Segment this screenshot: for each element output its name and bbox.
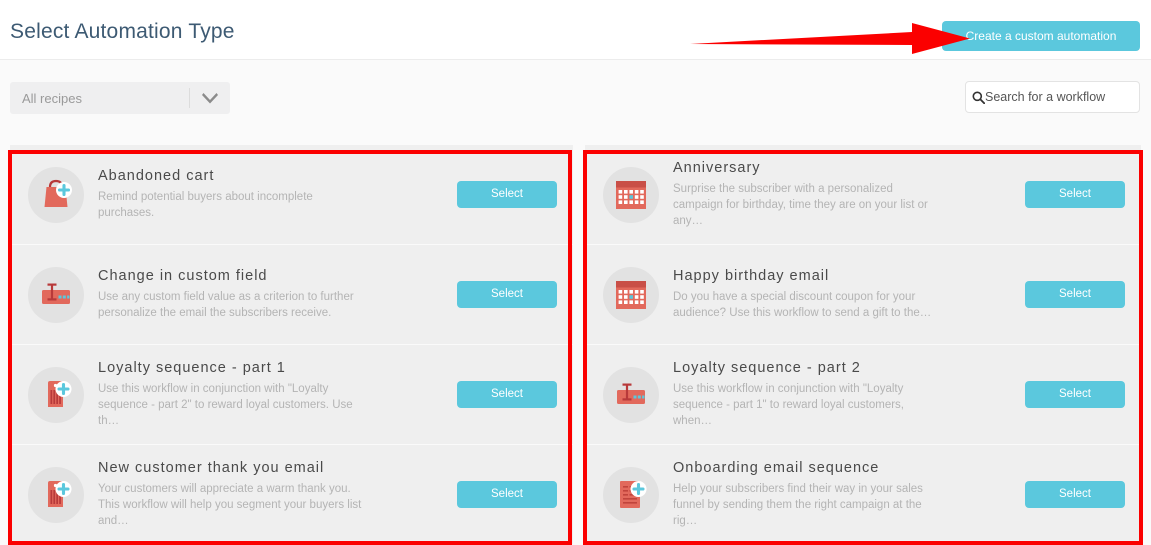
left-column: Abandoned cart Remind potential buyers a…: [10, 145, 573, 544]
create-custom-automation-button[interactable]: Create a custom automation: [942, 21, 1140, 51]
recipe-title: Loyalty sequence - part 2: [673, 360, 861, 376]
loyalty-tag-plus-icon: [28, 466, 84, 523]
recipe-text: Anniversary Surprise the subscriber with…: [673, 160, 1025, 229]
recipe-title: Change in custom field: [98, 268, 268, 284]
automation-recipe-grid: Abandoned cart Remind potential buyers a…: [0, 145, 1151, 544]
search-icon: [966, 91, 985, 104]
search-input[interactable]: [985, 90, 1146, 104]
recipe-text: Loyalty sequence - part 1 Use this workf…: [98, 360, 457, 429]
recipe-title: Loyalty sequence - part 1: [98, 360, 286, 376]
recipe-card-abandoned-cart[interactable]: Abandoned cart Remind potential buyers a…: [10, 145, 573, 244]
recipe-text: New customer thank you email Your custom…: [98, 460, 457, 529]
page-title: Select Automation Type: [10, 20, 235, 43]
filter-bar: All recipes: [0, 60, 1151, 145]
select-button[interactable]: Select: [457, 481, 557, 508]
select-button[interactable]: Select: [457, 381, 557, 408]
select-button[interactable]: Select: [1025, 281, 1125, 308]
custom-field-icon: [603, 366, 659, 423]
recipe-description: Remind potential buyers about incomplete…: [98, 191, 313, 219]
recipe-card-onboarding-email-sequence[interactable]: Onboarding email sequence Help your subs…: [585, 445, 1141, 544]
custom-field-icon: [28, 266, 84, 323]
recipe-text: Abandoned cart Remind potential buyers a…: [98, 168, 457, 221]
recipe-text: Happy birthday email Do you have a speci…: [673, 268, 1025, 321]
chevron-down-icon: [190, 92, 230, 104]
workflow-search-box[interactable]: [965, 81, 1146, 113]
loyalty-tag-plus-icon: [28, 366, 84, 423]
recipe-title: Happy birthday email: [673, 268, 830, 284]
red-arrow-annotation: [690, 23, 970, 54]
recipe-description: Surprise the subscriber with a personali…: [673, 183, 928, 227]
recipe-card-anniversary[interactable]: Anniversary Surprise the subscriber with…: [585, 145, 1141, 244]
shopping-bag-plus-icon: [28, 166, 84, 223]
select-button[interactable]: Select: [1025, 481, 1125, 508]
recipe-title: Abandoned cart: [98, 168, 215, 184]
recipe-title: Onboarding email sequence: [673, 460, 880, 476]
recipe-card-new-customer-thank-you-email[interactable]: New customer thank you email Your custom…: [10, 445, 573, 544]
select-button[interactable]: Select: [457, 281, 557, 308]
select-button[interactable]: Select: [1025, 181, 1125, 208]
document-plus-icon: [603, 466, 659, 523]
recipe-description: Use any custom field value as a criterio…: [98, 291, 354, 319]
recipe-filter-dropdown[interactable]: All recipes: [10, 82, 230, 114]
recipe-text: Onboarding email sequence Help your subs…: [673, 460, 1025, 529]
recipe-title: Anniversary: [673, 160, 761, 176]
recipe-text: Loyalty sequence - part 2 Use this workf…: [673, 360, 1025, 429]
right-column: Anniversary Surprise the subscriber with…: [585, 145, 1141, 544]
page-header: Select Automation Type Create a custom a…: [0, 0, 1151, 60]
select-button[interactable]: Select: [1025, 381, 1125, 408]
recipe-filter-value: All recipes: [22, 90, 82, 106]
recipe-card-happy-birthday-email[interactable]: Happy birthday email Do you have a speci…: [585, 245, 1141, 344]
recipe-description: Use this workflow in conjunction with "L…: [98, 383, 353, 427]
calendar-icon: [603, 166, 659, 223]
recipe-description: Your customers will appreciate a warm th…: [98, 483, 362, 527]
recipe-card-change-in-custom-field[interactable]: Change in custom field Use any custom fi…: [10, 245, 573, 344]
recipe-card-loyalty-sequence-part-2[interactable]: Loyalty sequence - part 2 Use this workf…: [585, 345, 1141, 444]
select-button[interactable]: Select: [457, 181, 557, 208]
calendar-icon: [603, 266, 659, 323]
recipe-description: Use this workflow in conjunction with "L…: [673, 383, 904, 427]
recipe-card-loyalty-sequence-part-1[interactable]: Loyalty sequence - part 1 Use this workf…: [10, 345, 573, 444]
recipe-description: Do you have a special discount coupon fo…: [673, 291, 932, 319]
recipe-text: Change in custom field Use any custom fi…: [98, 268, 457, 321]
recipe-title: New customer thank you email: [98, 460, 325, 476]
recipe-description: Help your subscribers find their way in …: [673, 483, 923, 527]
